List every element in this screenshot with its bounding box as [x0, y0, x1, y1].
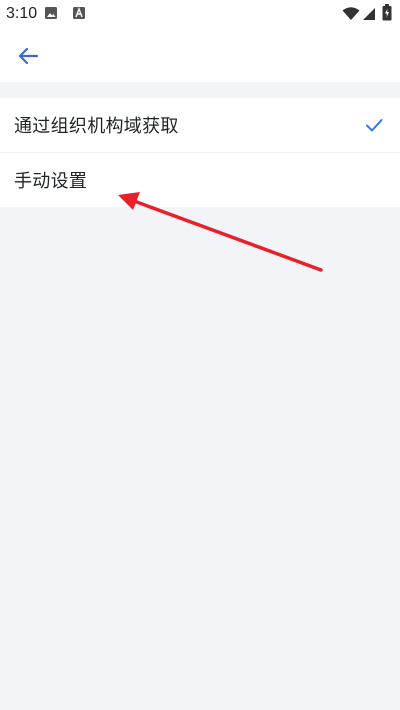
image-icon: [44, 5, 58, 24]
option-label: 通过组织机构域获取: [14, 116, 179, 137]
font-a-icon: [72, 5, 86, 24]
back-button[interactable]: [12, 40, 44, 72]
signal-icon: [362, 6, 376, 25]
option-label: 手动设置: [14, 171, 88, 192]
option-org-domain[interactable]: 通过组织机构域获取: [0, 98, 400, 153]
arrow-left-icon: [18, 47, 39, 65]
status-bar: 3:10: [0, 0, 400, 30]
section-divider: [0, 82, 400, 98]
options-list: 通过组织机构域获取 手动设置: [0, 98, 400, 207]
top-app-bar: [0, 30, 400, 82]
option-manual-setup[interactable]: 手动设置: [0, 153, 400, 207]
check-icon: [366, 119, 383, 132]
wifi-icon: [342, 6, 360, 25]
status-time: 3:10: [6, 5, 38, 22]
battery-icon: [382, 4, 392, 25]
